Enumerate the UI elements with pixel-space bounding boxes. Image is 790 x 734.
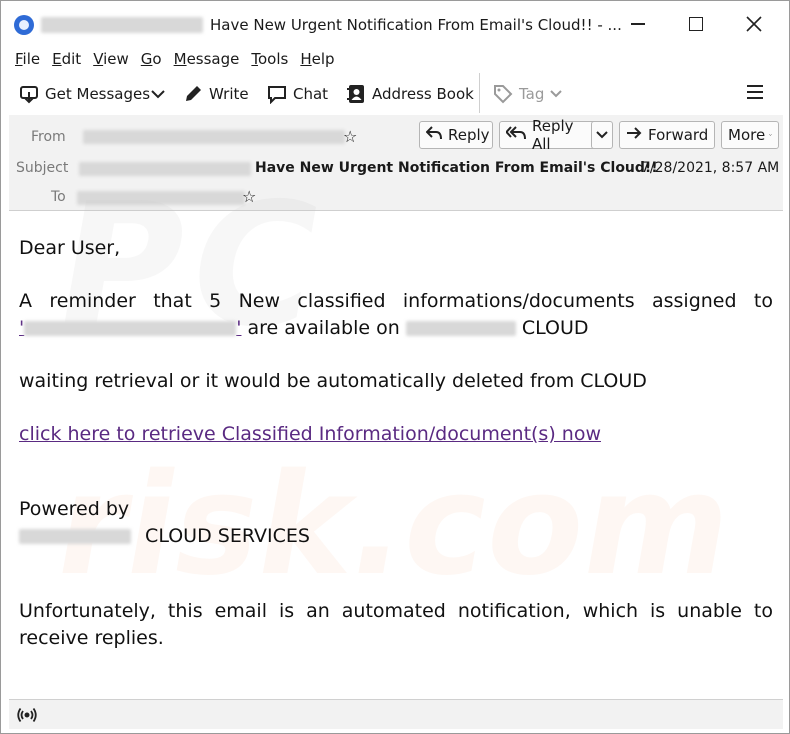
redacted-service-domain: [19, 529, 131, 544]
hamburger-menu-icon: [747, 85, 763, 99]
tag-button[interactable]: Tag: [493, 81, 563, 107]
address-book-button[interactable]: Address Book: [346, 81, 474, 107]
write-label: Write: [209, 85, 249, 103]
menu-go[interactable]: Go: [141, 50, 162, 68]
window-title: Have New Urgent Notification From Email'…: [210, 16, 622, 34]
chevron-down-icon: [769, 134, 772, 136]
status-bar: [9, 699, 783, 729]
chevron-down-icon: [596, 131, 608, 139]
from-label: From: [31, 129, 66, 145]
greeting-text: Dear User,: [19, 237, 121, 259]
cloud-services-row: CLOUD SERVICES: [19, 523, 773, 550]
tag-label: Tag: [519, 85, 545, 103]
reply-button[interactable]: Reply: [419, 121, 493, 149]
message-body: PC risk.com Dear User, A reminder that 5…: [9, 167, 783, 699]
body-line-3: waiting retrieval or it would be automat…: [19, 370, 647, 392]
reply-all-dropdown[interactable]: [591, 121, 613, 149]
redacted-sender-title: [41, 17, 203, 33]
tag-chevron-icon: [550, 90, 563, 98]
footer-notice: Unfortunately, this email is an automate…: [19, 600, 773, 649]
chat-bubble-icon: [267, 84, 287, 104]
close-icon: [746, 16, 762, 32]
redacted-domain: [405, 321, 516, 336]
reply-label: Reply: [448, 126, 490, 144]
retrieve-documents-link[interactable]: click here to retrieve Classified Inform…: [19, 423, 601, 445]
activity-icon[interactable]: [17, 705, 37, 725]
mail-window: Have New Urgent Notification From Email'…: [0, 0, 790, 734]
minimize-icon: [631, 23, 645, 25]
get-messages-label: Get Messages: [45, 85, 151, 103]
subject-label: Subject: [16, 160, 69, 176]
forward-button[interactable]: Forward: [619, 121, 715, 149]
address-book-icon: [346, 84, 366, 104]
forward-label: Forward: [648, 126, 709, 144]
get-messages-dropdown[interactable]: [151, 81, 165, 107]
redacted-recipient: [24, 321, 237, 336]
more-button[interactable]: More: [721, 121, 779, 149]
chat-button[interactable]: Chat: [267, 81, 328, 107]
pencil-icon: [183, 84, 203, 104]
body-line-2: ' ' are available on CLOUD: [19, 315, 773, 342]
menu-message[interactable]: Message: [174, 50, 240, 68]
get-messages-button[interactable]: Get Messages: [19, 81, 150, 107]
minimize-button[interactable]: [609, 1, 667, 47]
retrieve-link-row: click here to retrieve Classified Inform…: [19, 421, 773, 448]
tag-icon: [493, 84, 513, 104]
app-menu-button[interactable]: [747, 85, 763, 101]
body-line-2-mid: are available on: [247, 317, 400, 339]
main-toolbar: Get Messages Write Chat Address Book Tag: [1, 73, 789, 115]
maximize-button[interactable]: [667, 1, 725, 47]
recipient-address-link[interactable]: ' ': [19, 315, 241, 342]
menu-file[interactable]: File: [15, 50, 40, 68]
address-book-label: Address Book: [372, 85, 474, 103]
menu-tools[interactable]: Tools: [251, 50, 288, 68]
message-date: 7/28/2021, 8:57 AM: [641, 160, 780, 176]
title-bar: Have New Urgent Notification From Email'…: [1, 1, 789, 47]
menu-edit[interactable]: Edit: [52, 50, 81, 68]
body-line-2-end: CLOUD: [521, 317, 589, 339]
close-button[interactable]: [725, 1, 783, 47]
menu-file-rest: ile: [22, 50, 41, 68]
more-label: More: [728, 126, 766, 144]
reply-icon: [425, 126, 442, 144]
reply-all-label: Reply All: [532, 117, 574, 153]
redacted-from-address: [83, 130, 345, 144]
maximize-icon: [689, 17, 703, 31]
chat-label: Chat: [293, 85, 329, 103]
reply-all-icon: [505, 126, 526, 144]
get-messages-icon: [19, 84, 39, 104]
menu-help[interactable]: Help: [300, 50, 334, 68]
to-label: To: [51, 189, 66, 205]
cloud-services-text: CLOUD SERVICES: [145, 525, 310, 547]
star-icon[interactable]: ☆: [343, 127, 357, 146]
powered-by-text: Powered by: [19, 498, 130, 520]
thunderbird-app-icon: [14, 15, 34, 35]
menu-bar: File Edit View Go Message Tools Help: [1, 47, 789, 71]
reply-all-button[interactable]: Reply All: [499, 117, 599, 153]
menu-view[interactable]: View: [93, 50, 129, 68]
chevron-down-icon: [151, 90, 165, 99]
write-button[interactable]: Write: [183, 81, 249, 107]
forward-icon: [626, 126, 642, 144]
toolbar-divider: [479, 73, 480, 113]
body-line-1: A reminder that 5 New classified informa…: [19, 290, 773, 312]
